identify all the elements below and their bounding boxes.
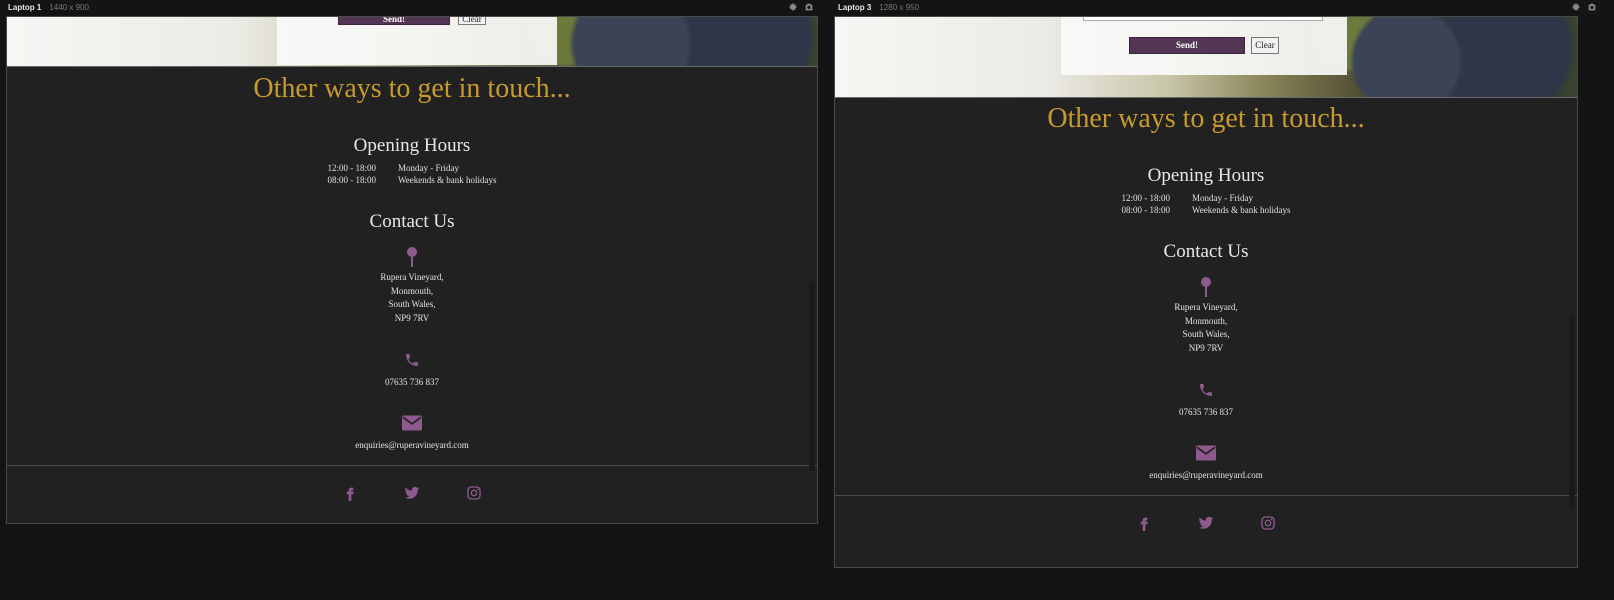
device-laptop-3: Laptop 3 1280 x 950 Send! Clear Other way… bbox=[834, 0, 1604, 580]
facebook-icon[interactable] bbox=[342, 485, 358, 501]
contact-us-heading: Contact Us bbox=[369, 211, 455, 232]
twitter-icon[interactable] bbox=[1198, 515, 1214, 531]
contact-us-heading: Contact Us bbox=[1163, 241, 1249, 262]
opening-hours-table: 12:00 - 18:00 Monday - Friday 08:00 - 18:… bbox=[327, 163, 496, 187]
message-textarea[interactable] bbox=[1083, 17, 1323, 21]
clear-button[interactable]: Clear bbox=[458, 17, 486, 25]
instagram-icon[interactable] bbox=[466, 485, 482, 501]
email-address[interactable]: enquiries@ruperavineyard.com bbox=[835, 469, 1577, 483]
instagram-icon[interactable] bbox=[1260, 515, 1276, 531]
social-links bbox=[7, 485, 817, 501]
hours-row: 08:00 - 18:00 Weekends & bank holidays bbox=[327, 175, 497, 185]
phone-number[interactable]: 07635 736 837 bbox=[7, 376, 817, 390]
map-pin-icon bbox=[407, 247, 417, 267]
email-address[interactable]: enquiries@ruperavineyard.com bbox=[7, 439, 817, 453]
viewport-frame: Send! Clear Other ways to get in touch..… bbox=[834, 16, 1578, 568]
opening-hours-table: 12:00 - 18:00 Monday - Friday 08:00 - 18:… bbox=[1121, 193, 1290, 217]
settings-icon[interactable] bbox=[1571, 2, 1581, 12]
camera-icon[interactable] bbox=[1587, 2, 1597, 12]
opening-hours-heading: Opening Hours bbox=[353, 135, 471, 156]
email-icon bbox=[1196, 445, 1216, 461]
phone-icon bbox=[1200, 384, 1212, 396]
device-label: Laptop 1 1440 x 900 bbox=[8, 3, 89, 12]
address: Rupera Vineyard, Monmouth, South Wales, … bbox=[380, 272, 444, 323]
opening-hours-heading: Opening Hours bbox=[1147, 165, 1265, 186]
footer-divider bbox=[7, 465, 817, 466]
email-icon bbox=[402, 415, 422, 431]
send-button[interactable]: Send! bbox=[338, 17, 450, 25]
camera-icon[interactable] bbox=[804, 2, 814, 12]
page-heading: Other ways to get in touch... bbox=[253, 73, 571, 104]
address: Rupera Vineyard, Monmouth, South Wales, … bbox=[1174, 302, 1238, 353]
clear-button[interactable]: Clear bbox=[1251, 37, 1279, 54]
hours-row: 08:00 - 18:00 Weekends & bank holidays bbox=[1121, 205, 1291, 215]
viewport-frame: Send! Clear Other ways to get in touch..… bbox=[6, 16, 818, 524]
phone-icon bbox=[406, 354, 418, 366]
twitter-icon[interactable] bbox=[404, 485, 420, 501]
hours-row: 12:00 - 18:00 Monday - Friday bbox=[327, 163, 459, 173]
facebook-icon[interactable] bbox=[1136, 515, 1152, 531]
device-laptop-1: Laptop 1 1440 x 900 Send! Clear Other way… bbox=[6, 0, 818, 540]
phone-number[interactable]: 07635 736 837 bbox=[835, 406, 1577, 420]
map-pin-icon bbox=[1201, 277, 1211, 297]
hours-row: 12:00 - 18:00 Monday - Friday bbox=[1121, 193, 1253, 203]
social-links bbox=[835, 515, 1577, 531]
page-heading: Other ways to get in touch... bbox=[1047, 103, 1365, 134]
send-button[interactable]: Send! bbox=[1129, 37, 1245, 54]
hero-banner: Send! Clear bbox=[835, 17, 1577, 98]
hero-banner: Send! Clear bbox=[7, 17, 817, 67]
footer-divider bbox=[835, 495, 1577, 496]
scrollbar[interactable] bbox=[1569, 317, 1575, 507]
device-label: Laptop 3 1280 x 950 bbox=[838, 3, 919, 12]
settings-icon[interactable] bbox=[788, 2, 798, 12]
scrollbar[interactable] bbox=[809, 281, 815, 471]
